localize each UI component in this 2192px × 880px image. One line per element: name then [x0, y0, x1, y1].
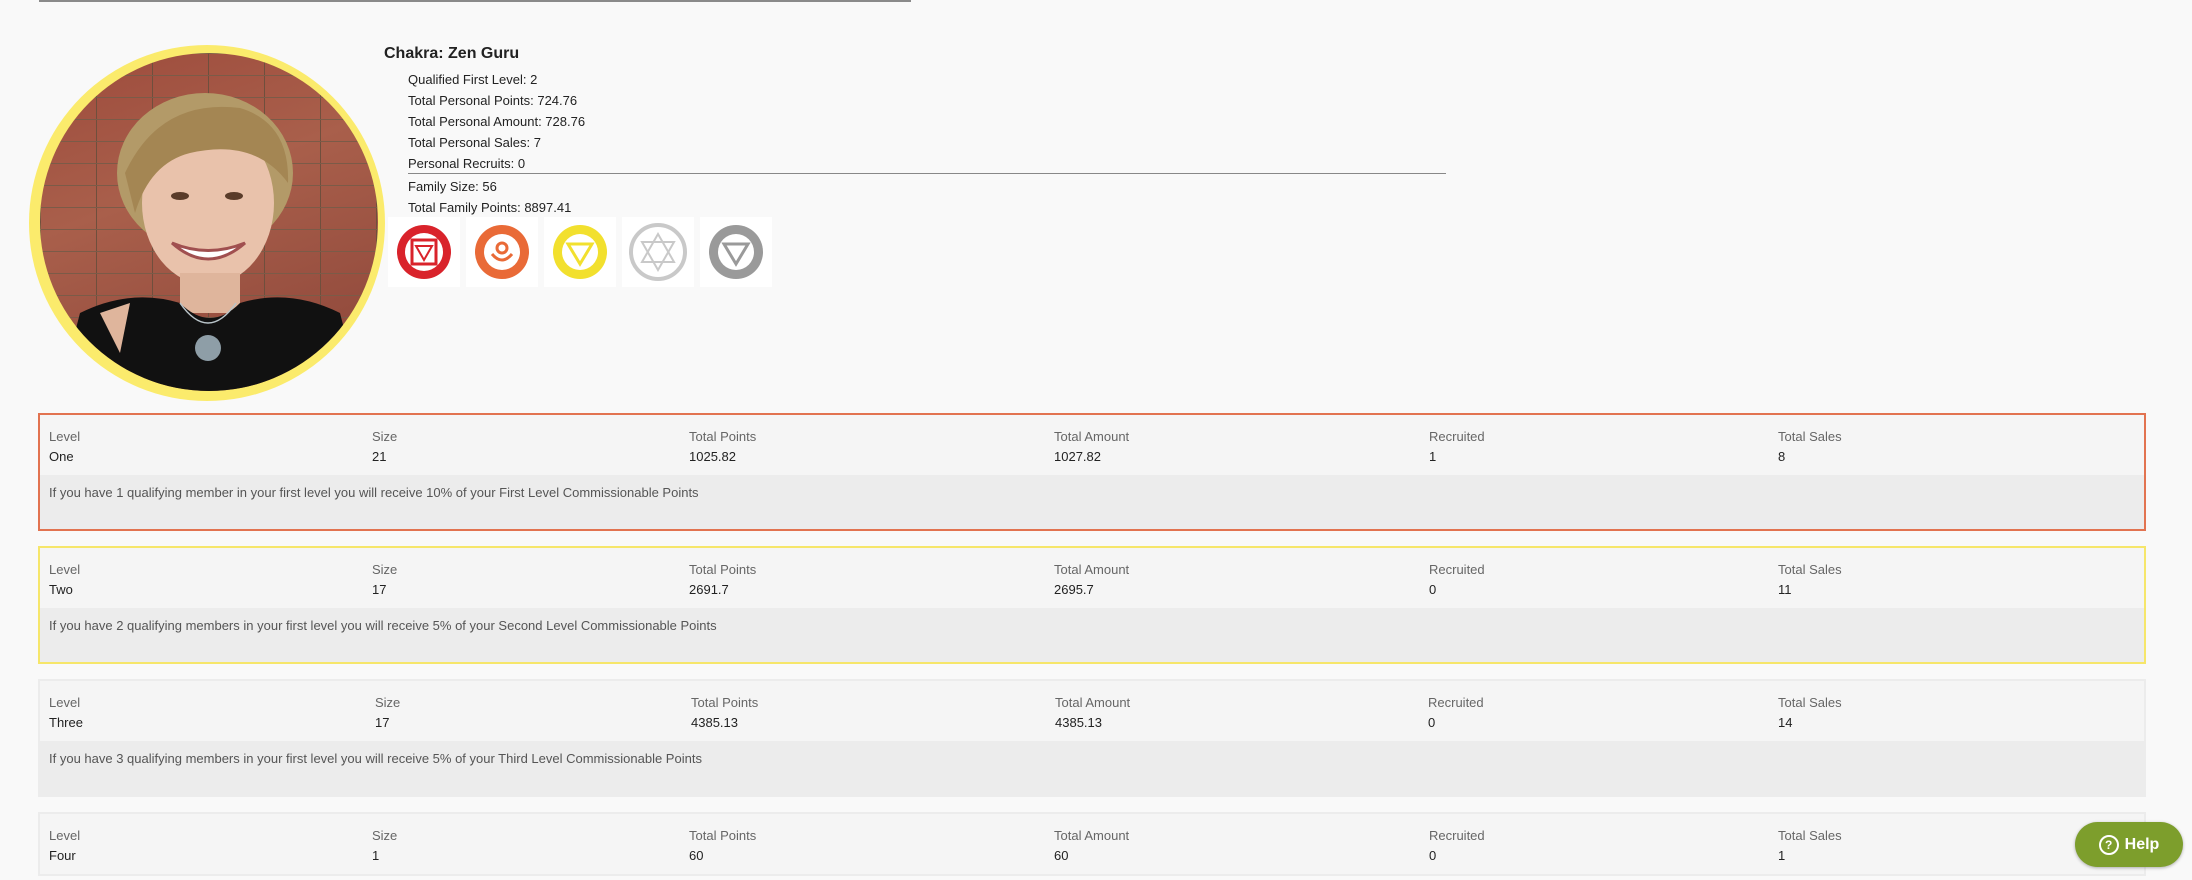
total-personal-amount: Total Personal Amount: 728.76 [408, 114, 586, 129]
col-total-points-label: Total Points [689, 828, 757, 843]
avatar [40, 53, 378, 391]
col-level-label: Level [49, 828, 81, 843]
recruited-value: 0 [1429, 848, 1437, 863]
total-points-value: 4385.13 [691, 715, 738, 730]
level-card-two: Level Two Size 17 Total Points 2691.7 Total… [38, 546, 2146, 664]
help-label: Help [2124, 835, 2160, 853]
size-value: 21 [372, 449, 387, 464]
total-points-value: 60 [689, 848, 704, 863]
personal-recruits: Personal Recruits: 0 [408, 156, 526, 171]
level-row: Level Two Size 17 Total Points 2691.7 Total… [40, 548, 2144, 608]
recruited-value: 1 [1429, 449, 1437, 464]
total-sales-value: 11 [1778, 582, 1792, 597]
recruited-value: 0 [1429, 582, 1437, 597]
profile-name: Chakra: Zen Guru [384, 45, 520, 62]
total-personal-sales: Total Personal Sales: 7 [408, 135, 541, 150]
level-row: Level Four Size 1 Total Points 60 Total Amo… [40, 814, 2144, 874]
level-card-four: Level Four Size 1 Total Points 60 Total Amo… [38, 812, 2146, 876]
level-card-one: Level One Size 21 Total Points 1025.82 Tota… [38, 413, 2146, 531]
size-value: 17 [372, 582, 387, 597]
sacral-chakra-icon [466, 217, 538, 287]
total-amount-value: 60 [1054, 848, 1069, 863]
help-button[interactable]: ? Help [2075, 822, 2183, 867]
profile-summary: Chakra: Zen Guru Qualified First Level: … [384, 45, 585, 174]
total-points-value: 2691.7 [689, 582, 729, 597]
level-note: If you have 2 qualifying members in your… [40, 608, 2144, 662]
col-total-points-label: Total Points [689, 562, 757, 577]
total-sales-value: 14 [1778, 715, 1793, 730]
level-value: Four [49, 848, 76, 863]
level-row: Level Three Size 17 Total Points 4385.13 To… [40, 681, 2144, 741]
col-recruited-label: Recruited [1428, 695, 1484, 710]
col-size-label: Size [372, 828, 398, 843]
qualified-first-level: Qualified First Level: 2 [408, 72, 538, 87]
solar-plexus-chakra-icon [544, 217, 616, 287]
col-recruited-label: Recruited [1429, 828, 1485, 843]
family-stats: Family Size: 56 Total Family Points: 889… [408, 176, 571, 218]
level-note: If you have 1 qualifying member in your … [40, 475, 2144, 529]
level-note: If you have 3 qualifying members in your… [40, 741, 2144, 795]
col-total-sales-label: Total Sales [1778, 828, 1842, 843]
throat-chakra-icon [700, 217, 772, 287]
col-total-amount-label: Total Amount [1054, 429, 1130, 444]
col-recruited-label: Recruited [1429, 562, 1485, 577]
size-value: 1 [372, 848, 380, 863]
col-total-amount-label: Total Amount [1054, 562, 1130, 577]
col-level-label: Level [49, 695, 81, 710]
col-total-amount-label: Total Amount [1054, 828, 1130, 843]
col-level-label: Level [49, 429, 81, 444]
col-total-sales-label: Total Sales [1778, 695, 1842, 710]
level-value: One [49, 449, 74, 464]
total-sales-value: 1 [1778, 848, 1786, 863]
col-size-label: Size [375, 695, 401, 710]
col-total-sales-label: Total Sales [1778, 562, 1842, 577]
total-family-points: Total Family Points: 8897.41 [408, 200, 572, 215]
size-value: 17 [375, 715, 390, 730]
question-circle-icon: ? [2098, 834, 2119, 855]
stats-divider [408, 173, 1446, 174]
level-card-three: Level Three Size 17 Total Points 4385.13 To… [38, 679, 2146, 797]
top-progress-line [39, 0, 911, 2]
col-recruited-label: Recruited [1429, 429, 1485, 444]
level-value: Two [49, 582, 73, 597]
chakra-badges [388, 217, 778, 287]
total-amount-value: 2695.7 [1054, 582, 1094, 597]
level-row: Level One Size 21 Total Points 1025.82 Tota… [40, 415, 2144, 475]
col-total-sales-label: Total Sales [1778, 429, 1842, 444]
total-sales-value: 8 [1778, 449, 1786, 464]
total-points-value: 1025.82 [689, 449, 736, 464]
root-chakra-icon [388, 217, 460, 287]
col-size-label: Size [372, 429, 398, 444]
total-personal-points: Total Personal Points: 724.76 [408, 93, 578, 108]
col-total-points-label: Total Points [689, 429, 757, 444]
col-size-label: Size [372, 562, 398, 577]
col-total-amount-label: Total Amount [1055, 695, 1131, 710]
heart-chakra-icon [622, 217, 694, 287]
total-amount-value: 1027.82 [1054, 449, 1101, 464]
avatar-photo [60, 93, 360, 391]
total-amount-value: 4385.13 [1055, 715, 1102, 730]
recruited-value: 0 [1428, 715, 1436, 730]
family-size: Family Size: 56 [408, 179, 497, 194]
level-value: Three [49, 715, 83, 730]
col-level-label: Level [49, 562, 81, 577]
col-total-points-label: Total Points [691, 695, 759, 710]
personal-stats: Qualified First Level: 2 Total Personal … [408, 69, 585, 174]
